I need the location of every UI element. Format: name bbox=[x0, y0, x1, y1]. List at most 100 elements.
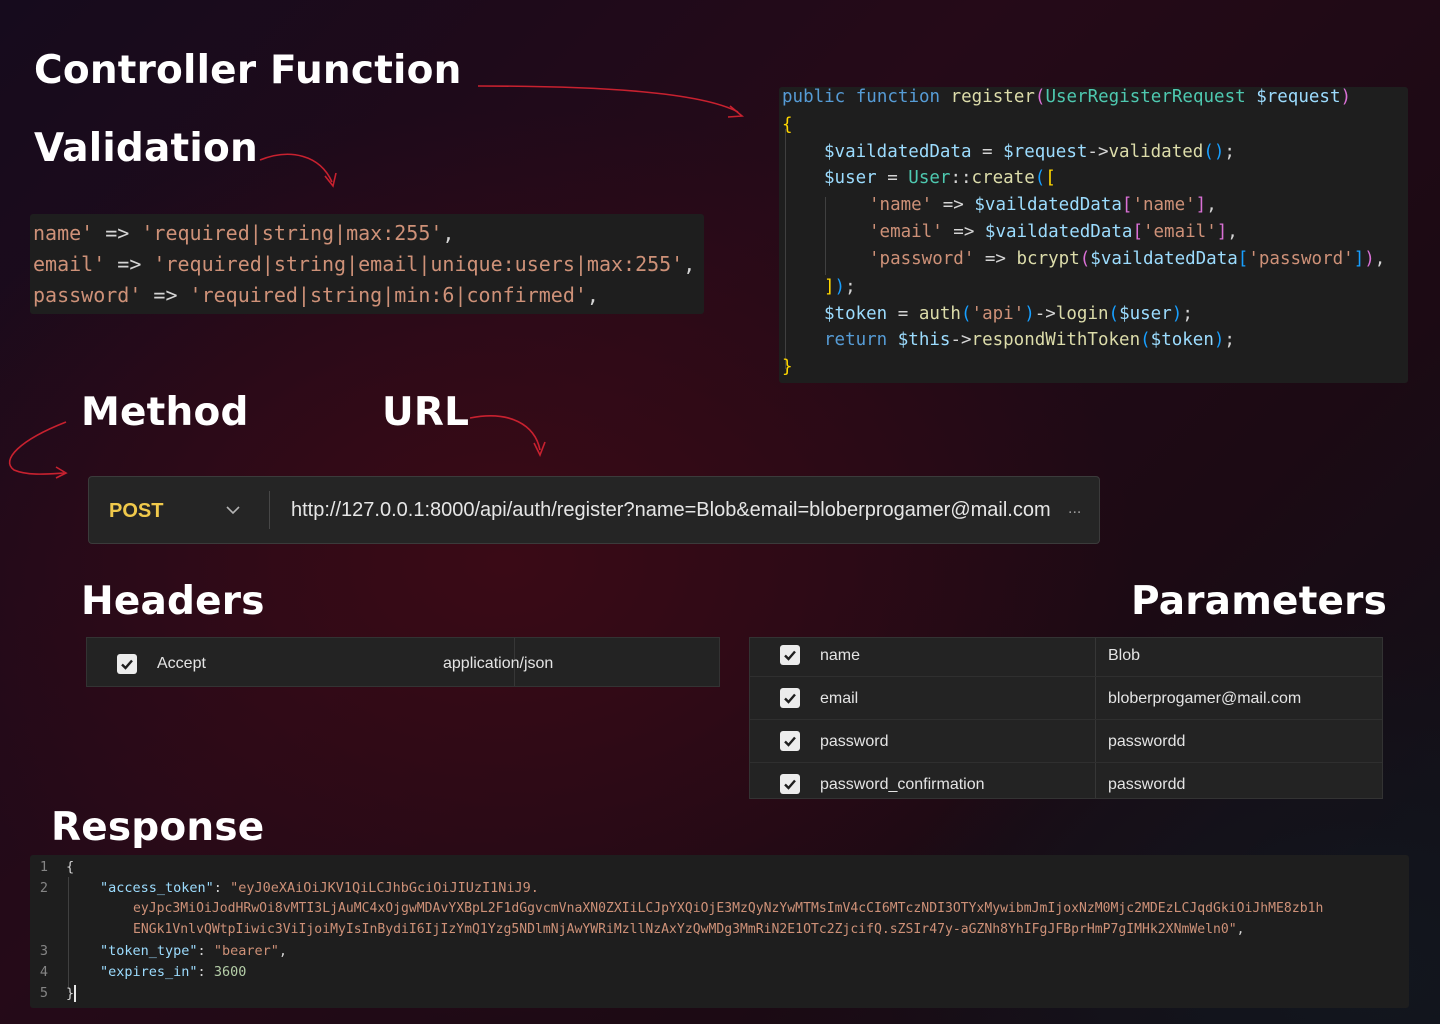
param-checkbox[interactable] bbox=[780, 731, 800, 751]
code-line: ENGk1VnlvQWtpIiwic3ViIjoiMyIsInBydiI6IjI… bbox=[133, 922, 1245, 937]
header-key[interactable]: Accept bbox=[157, 655, 206, 673]
code-token: ( bbox=[1079, 249, 1091, 269]
code-token: register bbox=[950, 87, 1035, 107]
table-row: email bloberprogamer@mail.com bbox=[750, 677, 1382, 720]
code-token: name' bbox=[33, 221, 94, 245]
params-table: name Blob email bloberprogamer@mail.com … bbox=[749, 637, 1383, 799]
param-key[interactable]: name bbox=[820, 647, 860, 665]
code-token: -> bbox=[1034, 304, 1056, 324]
param-key[interactable]: password_confirmation bbox=[820, 776, 985, 794]
param-checkbox[interactable] bbox=[780, 645, 800, 665]
param-checkbox[interactable] bbox=[780, 774, 800, 794]
code-token: ( bbox=[1108, 304, 1120, 324]
code-token: $vaildatedData bbox=[984, 222, 1133, 242]
code-token: ENGk1VnlvQWtpIiwic3ViIjoiMyIsInBydiI6IjI… bbox=[133, 922, 1237, 937]
code-token: ) bbox=[1213, 330, 1225, 350]
code-token: password' bbox=[33, 283, 142, 307]
check-icon bbox=[784, 779, 796, 790]
code-token: create bbox=[971, 168, 1035, 188]
code-line: } bbox=[66, 985, 77, 1002]
code-token: : bbox=[197, 964, 214, 980]
code-token: $user bbox=[1119, 304, 1172, 324]
code-token: , bbox=[1374, 249, 1386, 269]
param-value[interactable]: Blob bbox=[1108, 647, 1140, 665]
code-token: , bbox=[1206, 195, 1217, 215]
code-token: => bbox=[974, 249, 1017, 269]
code-token: ) bbox=[1364, 249, 1375, 269]
param-value[interactable]: bloberprogamer@mail.com bbox=[1108, 690, 1301, 708]
param-value[interactable]: passwordd bbox=[1108, 776, 1185, 794]
code-line: "expires_in": 3600 bbox=[100, 964, 246, 980]
param-key[interactable]: password bbox=[820, 733, 888, 751]
code-token: 'required|string|email|unique:users|max:… bbox=[153, 252, 684, 276]
code-line: ]); bbox=[824, 277, 856, 297]
code-token: 'password' bbox=[1248, 249, 1354, 269]
url-input[interactable]: http://127.0.0.1:8000/api/auth/register?… bbox=[291, 499, 1087, 522]
param-value[interactable]: passwordd bbox=[1108, 733, 1185, 751]
code-token: $vaildatedData bbox=[974, 195, 1122, 215]
controller-code-block: public function register(UserRegisterReq… bbox=[779, 87, 1408, 383]
code-line: 'name' => $vaildatedData['name'], bbox=[869, 195, 1217, 215]
code-token: ; bbox=[1182, 304, 1193, 324]
code-token: ; bbox=[845, 277, 856, 297]
code-line: { bbox=[66, 859, 74, 875]
code-token: { bbox=[782, 115, 793, 135]
code-token: 'email' bbox=[1142, 222, 1217, 242]
response-code-block: 1 2 3 4 5 { "access_token": "eyJ0eXAiOiJ… bbox=[30, 855, 1409, 1008]
line-number: 1 bbox=[39, 859, 48, 875]
code-token: ] bbox=[824, 277, 835, 297]
code-token: ] bbox=[1195, 195, 1207, 215]
code-token: , bbox=[442, 221, 455, 245]
code-token: [ bbox=[1132, 222, 1143, 242]
param-key[interactable]: email bbox=[820, 690, 858, 708]
code-token: ( bbox=[1034, 168, 1046, 188]
code-line: public function register(UserRegisterReq… bbox=[782, 87, 1351, 107]
param-checkbox[interactable] bbox=[780, 688, 800, 708]
code-token: function bbox=[855, 87, 941, 107]
table-row: Accept application/json bbox=[87, 638, 719, 686]
validation-code-block: name' => 'required|string|max:255', emai… bbox=[30, 214, 704, 314]
table-row: password passwordd bbox=[750, 720, 1382, 763]
headers-table: Accept application/json bbox=[86, 637, 720, 687]
code-token: } bbox=[782, 357, 793, 377]
check-icon bbox=[121, 659, 133, 670]
code-token: , bbox=[586, 283, 599, 307]
validation-line-password: password' => 'required|string|min:6|conf… bbox=[33, 283, 599, 307]
code-token: $request bbox=[1256, 87, 1341, 107]
code-line: $token = auth('api')->login($user); bbox=[824, 304, 1193, 324]
code-token: 'email' bbox=[869, 222, 943, 242]
code-token: ) bbox=[834, 277, 846, 297]
code-token: bcrypt bbox=[1016, 249, 1080, 269]
code-token: , bbox=[278, 943, 287, 959]
code-line: $user = User::create([ bbox=[824, 168, 1056, 188]
check-icon bbox=[784, 736, 796, 747]
code-line: { bbox=[782, 115, 793, 135]
code-line: 'password' => bcrypt($vaildatedData['pas… bbox=[869, 249, 1385, 269]
code-token: UserRegisterRequest bbox=[1045, 87, 1246, 107]
code-token: => bbox=[932, 195, 975, 215]
method-label: POST bbox=[109, 500, 164, 522]
validation-line-name: name' => 'required|string|max:255', bbox=[33, 221, 454, 245]
code-token: : bbox=[213, 880, 231, 896]
code-token: eyJpc3MiOiJodHRwOi8vMTI3LjAuMC4xOjgwMDAv… bbox=[133, 901, 1324, 916]
check-icon bbox=[784, 650, 796, 661]
code-token: = bbox=[876, 168, 909, 188]
method-select[interactable]: POST bbox=[89, 477, 269, 543]
code-token: 'name' bbox=[1132, 195, 1196, 215]
code-token: auth bbox=[918, 304, 961, 324]
code-line: 'email' => $vaildatedData['email'], bbox=[869, 222, 1238, 242]
code-token: => bbox=[141, 283, 190, 307]
code-token: "eyJ0eXAiOiJKV1QiLCJhbGciOiJIUzI1NiJ9. bbox=[230, 880, 539, 896]
header-checkbox[interactable] bbox=[117, 654, 137, 674]
code-token: $token bbox=[1150, 330, 1214, 350]
url-overflow-ellipsis: ... bbox=[1068, 500, 1082, 517]
header-value[interactable]: application/json bbox=[443, 655, 553, 673]
code-token: = bbox=[971, 142, 1004, 162]
code-token: ( bbox=[1034, 87, 1046, 107]
code-token: [ bbox=[1237, 249, 1249, 269]
code-token: User bbox=[908, 168, 951, 188]
code-token: [ bbox=[1121, 195, 1133, 215]
code-token: "bearer" bbox=[213, 943, 279, 959]
check-icon bbox=[784, 693, 796, 704]
divider bbox=[269, 491, 270, 529]
